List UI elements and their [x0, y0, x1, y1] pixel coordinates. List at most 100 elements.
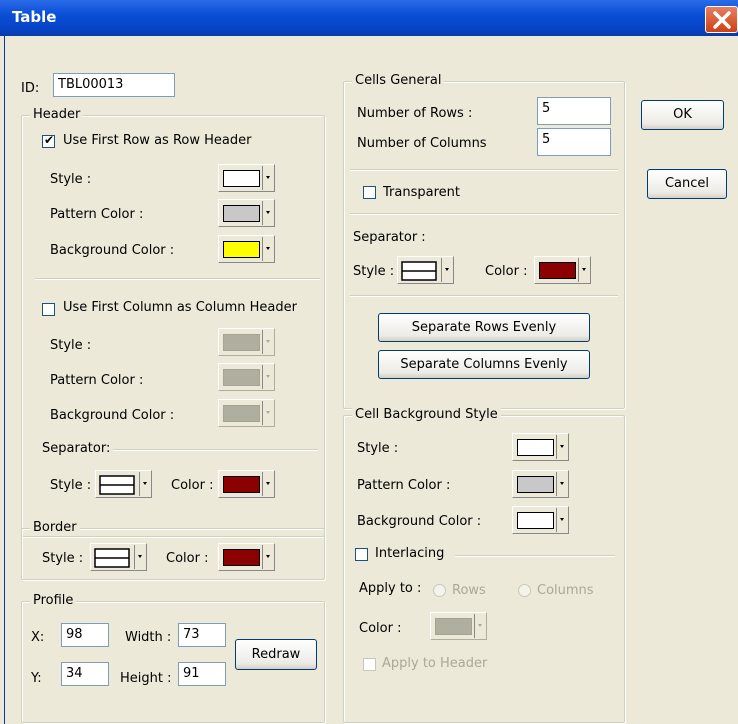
cellbg-style-picker[interactable] — [512, 433, 569, 461]
cancel-button[interactable]: Cancel — [647, 169, 727, 199]
id-field[interactable]: TBL00013 — [53, 73, 175, 97]
cells-sep-style-picker[interactable] — [397, 256, 454, 284]
col-style-swatch — [223, 334, 260, 351]
border-color-label: Color : — [166, 551, 209, 566]
row-style-picker[interactable] — [218, 164, 275, 192]
col-style-picker[interactable] — [218, 328, 275, 356]
border-style-picker[interactable] — [90, 543, 147, 571]
chevron-down-icon — [262, 237, 273, 261]
x-label: X: — [31, 630, 45, 645]
col-style-label: Style : — [50, 338, 92, 353]
close-button[interactable] — [705, 6, 738, 33]
cells-sep-color-label: Color : — [485, 264, 528, 279]
height-label: Height : — [120, 671, 172, 686]
cellbg-pattern-swatch — [517, 476, 554, 493]
separate-rows-evenly-button[interactable]: Separate Rows Evenly — [378, 313, 590, 342]
col-pattern-label: Pattern Color : — [50, 373, 144, 388]
cellbg-pattern-color-picker[interactable] — [512, 470, 569, 498]
separator-lines-icon — [401, 261, 437, 281]
divider — [455, 555, 615, 557]
cellbg-background-label: Background Color : — [357, 514, 482, 529]
interlace-color-label: Color : — [359, 621, 402, 636]
interlacing-label: Interlacing — [375, 546, 445, 561]
cells-general-legend: Cells General — [352, 73, 445, 88]
cells-sep-style-label: Style : — [353, 264, 395, 279]
col-header-checkbox[interactable] — [42, 303, 55, 316]
row-header-checkbox-label: Use First Row as Row Header — [63, 133, 252, 148]
chevron-down-icon — [556, 472, 567, 496]
chevron-down-icon — [556, 435, 567, 459]
row-background-label: Background Color : — [50, 243, 175, 258]
rows-radio[interactable] — [433, 584, 446, 597]
title-bar: Table — [0, 0, 738, 36]
table-dialog: Table ID: TBL00013 Header ✔ Use First Ro… — [0, 0, 738, 724]
cellbg-pattern-label: Pattern Color : — [357, 478, 451, 493]
header-sep-color-picker[interactable] — [218, 470, 275, 498]
close-icon — [713, 11, 731, 29]
divider — [35, 278, 320, 280]
rows-label: Number of Rows : — [357, 106, 473, 121]
chevron-down-icon — [262, 201, 273, 225]
transparent-label: Transparent — [383, 185, 460, 200]
cells-sep-color-picker[interactable] — [534, 256, 591, 284]
cells-separator-label: Separator : — [353, 230, 426, 245]
border-style-label: Style : — [42, 551, 84, 566]
y-field[interactable]: 34 — [61, 662, 109, 686]
apply-to-label: Apply to : — [359, 581, 422, 596]
apply-to-header-checkbox[interactable] — [363, 658, 376, 671]
columns-label: Number of Columns — [357, 136, 487, 151]
dialog-body: ID: TBL00013 Header ✔ Use First Row as R… — [4, 36, 738, 724]
header-sep-style-picker[interactable] — [95, 470, 152, 498]
apply-to-header-label: Apply to Header — [382, 656, 488, 671]
interlace-color-picker[interactable] — [430, 612, 487, 640]
col-background-swatch — [223, 405, 260, 422]
header-sep-color-swatch — [223, 476, 260, 493]
chevron-down-icon — [262, 365, 273, 389]
x-field[interactable]: 98 — [61, 623, 109, 647]
separate-columns-evenly-button[interactable]: Separate Columns Evenly — [378, 350, 590, 379]
width-label: Width : — [125, 630, 172, 645]
separator-lines-icon — [99, 475, 135, 495]
chevron-down-icon — [262, 472, 273, 496]
chevron-down-icon — [578, 258, 589, 282]
divider — [350, 295, 618, 297]
rows-radio-label: Rows — [452, 583, 486, 598]
cellbg-style-swatch — [517, 439, 554, 456]
width-field[interactable]: 73 — [178, 623, 226, 647]
col-pattern-color-picker[interactable] — [218, 363, 275, 391]
separator-lines-icon — [94, 548, 130, 568]
chevron-down-icon — [474, 614, 485, 638]
header-sep-style-label: Style : — [50, 478, 92, 493]
ok-button[interactable]: OK — [641, 100, 724, 130]
header-separator-label: Separator: — [42, 441, 111, 456]
row-pattern-color-picker[interactable] — [218, 199, 275, 227]
row-style-swatch — [223, 170, 260, 187]
columns-field[interactable]: 5 — [537, 128, 611, 156]
transparent-checkbox[interactable] — [363, 186, 376, 199]
columns-radio-label: Columns — [537, 583, 594, 598]
chevron-down-icon — [139, 472, 150, 496]
columns-radio[interactable] — [518, 584, 531, 597]
interlacing-checkbox[interactable] — [355, 548, 368, 561]
header-sep-color-label: Color : — [171, 478, 214, 493]
chevron-down-icon — [262, 401, 273, 425]
border-color-picker[interactable] — [218, 543, 275, 571]
cellbg-style-label: Style : — [357, 441, 399, 456]
height-field[interactable]: 91 — [178, 662, 226, 686]
rows-field[interactable]: 5 — [537, 97, 611, 125]
chevron-down-icon — [134, 545, 145, 569]
row-background-color-picker[interactable] — [218, 235, 275, 263]
cells-sep-color-swatch — [539, 262, 576, 279]
chevron-down-icon — [441, 258, 452, 282]
border-color-swatch — [223, 549, 260, 566]
window-title: Table — [12, 8, 57, 26]
cellbg-background-color-picker[interactable] — [512, 506, 569, 534]
chevron-down-icon — [262, 166, 273, 190]
row-header-checkbox[interactable]: ✔ — [42, 133, 55, 148]
redraw-button[interactable]: Redraw — [235, 639, 317, 670]
chevron-down-icon — [262, 330, 273, 354]
col-background-color-picker[interactable] — [218, 399, 275, 427]
header-legend: Header — [30, 107, 84, 122]
cell-background-legend: Cell Background Style — [352, 407, 501, 422]
border-legend: Border — [30, 520, 80, 535]
